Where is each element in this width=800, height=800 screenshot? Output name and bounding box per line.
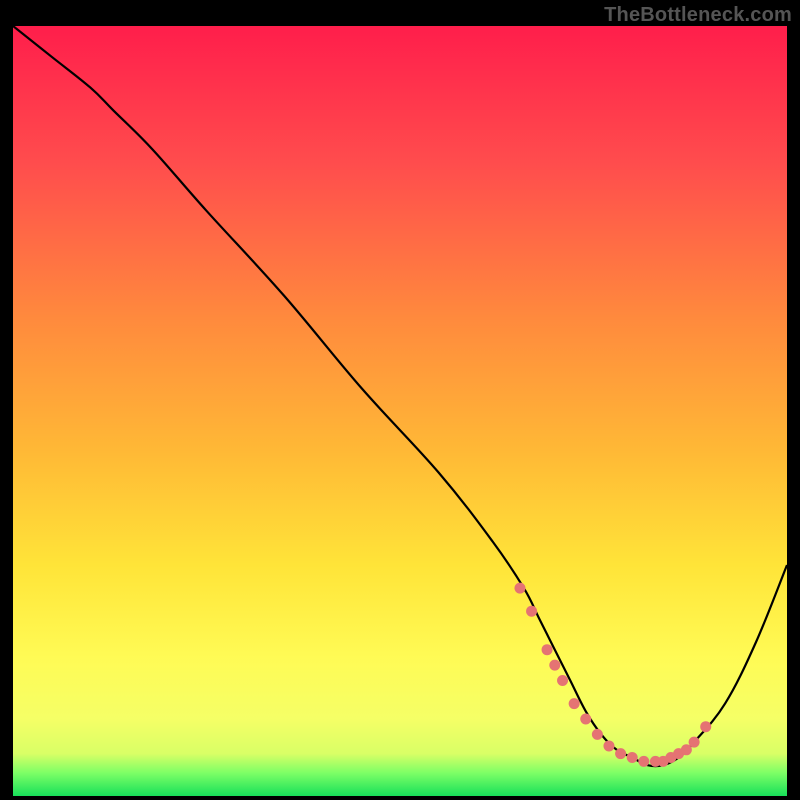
- highlight-dot: [592, 729, 603, 740]
- highlight-dot: [638, 756, 649, 767]
- highlight-dot: [627, 752, 638, 763]
- highlight-dot: [549, 660, 560, 671]
- highlight-dot: [569, 698, 580, 709]
- highlight-dot: [700, 721, 711, 732]
- highlight-dot: [689, 737, 700, 748]
- gradient-rect: [13, 26, 787, 796]
- highlight-dot: [526, 606, 537, 617]
- highlight-dot: [557, 675, 568, 686]
- plot-area: [13, 26, 787, 796]
- watermark-text: TheBottleneck.com: [604, 4, 792, 27]
- chart-svg: [13, 26, 787, 796]
- highlight-dot: [603, 740, 614, 751]
- highlight-dot: [542, 644, 553, 655]
- highlight-dot: [615, 748, 626, 759]
- highlight-dot: [580, 714, 591, 725]
- chart-frame: TheBottleneck.com: [0, 0, 800, 800]
- highlight-dot: [514, 583, 525, 594]
